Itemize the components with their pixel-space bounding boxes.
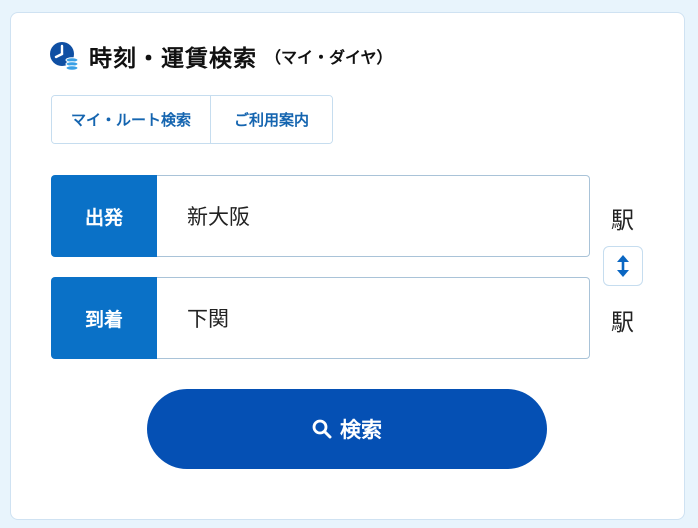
search-card: 時刻・運賃検索 （マイ・ダイヤ） マイ・ルート検索 ご利用案内 出発 駅 到着 … <box>10 12 685 520</box>
arrival-row: 到着 <box>51 277 590 359</box>
tab-usage-guide[interactable]: ご利用案内 <box>211 96 332 143</box>
arrival-station-suffix: 駅 <box>611 310 634 336</box>
arrival-label: 到着 <box>51 277 157 359</box>
arrival-station-input[interactable] <box>157 277 590 359</box>
departure-label: 出発 <box>51 175 157 257</box>
search-button[interactable]: 検索 <box>147 389 547 469</box>
swap-vertical-icon <box>617 255 629 277</box>
clock-coins-icon <box>50 42 79 71</box>
page-title: 時刻・運賃検索 <box>89 46 257 72</box>
departure-station-input[interactable] <box>157 175 590 257</box>
departure-station-suffix: 駅 <box>611 208 634 234</box>
tab-my-route-search[interactable]: マイ・ルート検索 <box>52 96 211 143</box>
search-icon <box>312 419 332 439</box>
search-button-label: 検索 <box>340 418 382 442</box>
tab-bar: マイ・ルート検索 ご利用案内 <box>51 95 333 144</box>
swap-stations-button[interactable] <box>603 246 643 286</box>
departure-row: 出発 <box>51 175 590 257</box>
page-subtitle: （マイ・ダイヤ） <box>265 48 393 67</box>
title-row: 時刻・運賃検索 （マイ・ダイヤ） <box>49 39 393 73</box>
